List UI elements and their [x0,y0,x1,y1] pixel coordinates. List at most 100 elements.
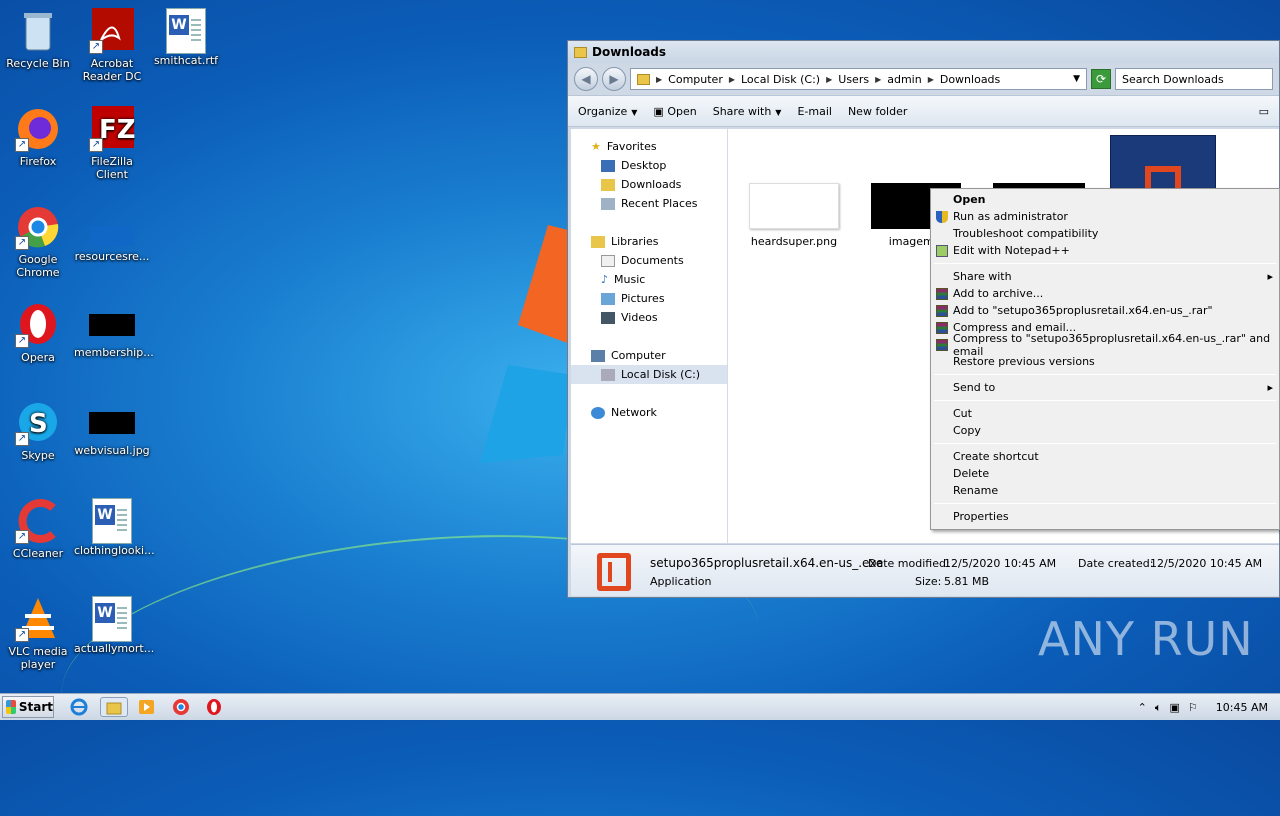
file-thumbnail [89,412,135,434]
menu-share-with[interactable]: Share with [931,268,1279,285]
share-with-button[interactable]: Share with ▼ [713,105,782,118]
desktop-icon-filezilla[interactable]: FZ ↗ FileZilla Client [74,106,150,181]
svg-text:FZ: FZ [99,115,135,145]
date-created-value: 12/5/2020 10:45 AM [1150,557,1263,570]
explorer-taskbar-icon[interactable] [100,697,128,717]
breadcrumb-users[interactable]: Users [838,73,869,86]
command-toolbar: Organize ▼ ▣ Open Share with ▼ E-mail New … [568,95,1279,127]
window-titlebar[interactable]: Downloads [568,41,1279,63]
nav-downloads[interactable]: Downloads [571,175,727,194]
nav-recent-places[interactable]: Recent Places [571,194,727,213]
nav-network[interactable]: Network [571,403,727,422]
forward-button[interactable]: ▶ [602,67,626,91]
email-button[interactable]: E-mail [797,105,832,118]
ccleaner-icon: ↗ [15,498,61,544]
ie-taskbar-icon[interactable] [68,697,90,717]
refresh-button[interactable]: ⟳ [1091,69,1111,89]
nav-videos[interactable]: Videos [571,308,727,327]
new-folder-button[interactable]: New folder [848,105,907,118]
open-icon: ▣ [653,104,668,118]
caret-down-icon: ▼ [631,107,638,117]
nav-pictures[interactable]: Pictures [571,289,727,308]
desktop-icon-acrobat[interactable]: ↗ Acrobat Reader DC [74,8,150,83]
anyrun-watermark: ANY RUN [1038,612,1254,666]
volume-icon[interactable]: 🔈︎ [1155,701,1162,715]
menu-restore-versions[interactable]: Restore previous versions [931,353,1279,370]
menu-run-as-admin[interactable]: Run as administrator [931,208,1279,225]
nav-local-disk[interactable]: Local Disk (C:) [571,365,727,384]
image-thumbnail [749,183,839,229]
nav-libraries[interactable]: Libraries [571,232,727,251]
view-options-icon[interactable]: ▭ [1259,105,1269,118]
desktop-icon-vlc[interactable]: ↗ VLC media player [0,596,76,671]
selected-filename: setupo365proplusretail.x64.en-us_.exe [650,556,884,570]
network-tray-icon[interactable]: ▣ [1170,701,1180,714]
date-modified-value: 12/5/2020 10:45 AM [944,557,1057,570]
menu-separator [934,263,1276,264]
desktop-icon-smithcat[interactable]: W smithcat.rtf [148,8,224,67]
desktop-icon-actuallymort[interactable]: W actuallymort... [74,596,154,655]
chevron-down-icon[interactable]: ▼ [1073,74,1080,84]
desktop-icon-clothinglooki[interactable]: W clothinglooki... [74,498,155,557]
menu-send-to[interactable]: Send to [931,379,1279,396]
window-title: Downloads [592,45,667,59]
file-item[interactable]: heardsuper.png [748,183,840,248]
menu-open[interactable]: Open [931,191,1279,208]
menu-copy[interactable]: Copy [931,422,1279,439]
nav-desktop[interactable]: Desktop [571,156,727,175]
firefox-icon: ↗ [15,106,61,152]
music-icon: ♪ [601,273,609,286]
menu-add-to-rar[interactable]: Add to "setupo365proplusretail.x64.en-us… [931,302,1279,319]
desktop-icon-firefox[interactable]: ↗ Firefox [0,106,76,168]
tray-expand-icon[interactable]: ⌃ [1138,701,1147,714]
organize-button[interactable]: Organize ▼ [578,105,637,118]
start-button[interactable]: Start [2,696,54,718]
chrome-icon: ↗ [15,204,61,250]
open-button[interactable]: ▣ Open [653,105,696,118]
desktop-icon-chrome[interactable]: ↗ Google Chrome [0,204,76,279]
menu-edit-notepad[interactable]: Edit with Notepad++ [931,242,1279,259]
menu-add-to-archive[interactable]: Add to archive... [931,285,1279,302]
menu-cut[interactable]: Cut [931,405,1279,422]
documents-icon [601,254,615,267]
menu-rename[interactable]: Rename [931,482,1279,499]
menu-create-shortcut[interactable]: Create shortcut [931,448,1279,465]
menu-separator [934,400,1276,401]
nav-favorites[interactable]: ★ Favorites [571,137,727,156]
desktop-icon-opera[interactable]: ↗ Opera [0,302,76,364]
breadcrumb-downloads[interactable]: Downloads [940,73,1000,86]
menu-properties[interactable]: Properties [931,508,1279,525]
file-type: Application [650,575,712,588]
notepadpp-icon [936,244,948,257]
nav-music[interactable]: ♪ Music [571,270,727,289]
desktop-icon-resourcesre[interactable]: resourcesre... [74,204,150,263]
breadcrumb-computer[interactable]: Computer [668,73,723,86]
search-input[interactable]: Search Downloads [1115,68,1273,90]
desktop-icon-recycle-bin[interactable]: Recycle Bin [0,8,76,70]
back-button[interactable]: ◀ [574,67,598,91]
address-bar[interactable]: ▶ Computer ▶ Local Disk (C:) ▶ Users ▶ a… [630,68,1087,90]
address-row: ◀ ▶ ▶ Computer ▶ Local Disk (C:) ▶ Users… [568,63,1279,95]
chevron-right-icon: ▶ [656,74,663,84]
menu-compress-rar-email[interactable]: Compress to "setupo365proplusretail.x64.… [931,332,1279,358]
desktop-icon-webvisual[interactable]: webvisual.jpg [74,400,150,457]
desktop-icon-skype[interactable]: S ↗ Skype [0,400,76,462]
opera-taskbar-icon[interactable] [203,697,225,717]
menu-delete[interactable]: Delete [931,465,1279,482]
chrome-taskbar-icon[interactable] [170,697,192,717]
menu-troubleshoot[interactable]: Troubleshoot compatibility [931,225,1279,242]
svg-text:S: S [29,409,48,439]
action-center-flag-icon[interactable]: ⚐ [1188,701,1198,714]
breadcrumb-local-disk[interactable]: Local Disk (C:) [741,73,820,86]
taskbar-clock[interactable]: 10:45 AM [1216,701,1268,714]
media-player-taskbar-icon[interactable] [136,697,158,717]
desktop-icon-ccleaner[interactable]: ↗ CCleaner [0,498,76,560]
word-doc-icon: W [92,498,132,544]
nav-computer[interactable]: Computer [571,346,727,365]
desktop-icon-membership[interactable]: membership... [74,302,154,359]
nav-documents[interactable]: Documents [571,251,727,270]
breadcrumb-admin[interactable]: admin [887,73,921,86]
desktop-icon [601,159,615,172]
winrar-icon [936,287,948,300]
size-value: 5.81 MB [944,575,990,588]
